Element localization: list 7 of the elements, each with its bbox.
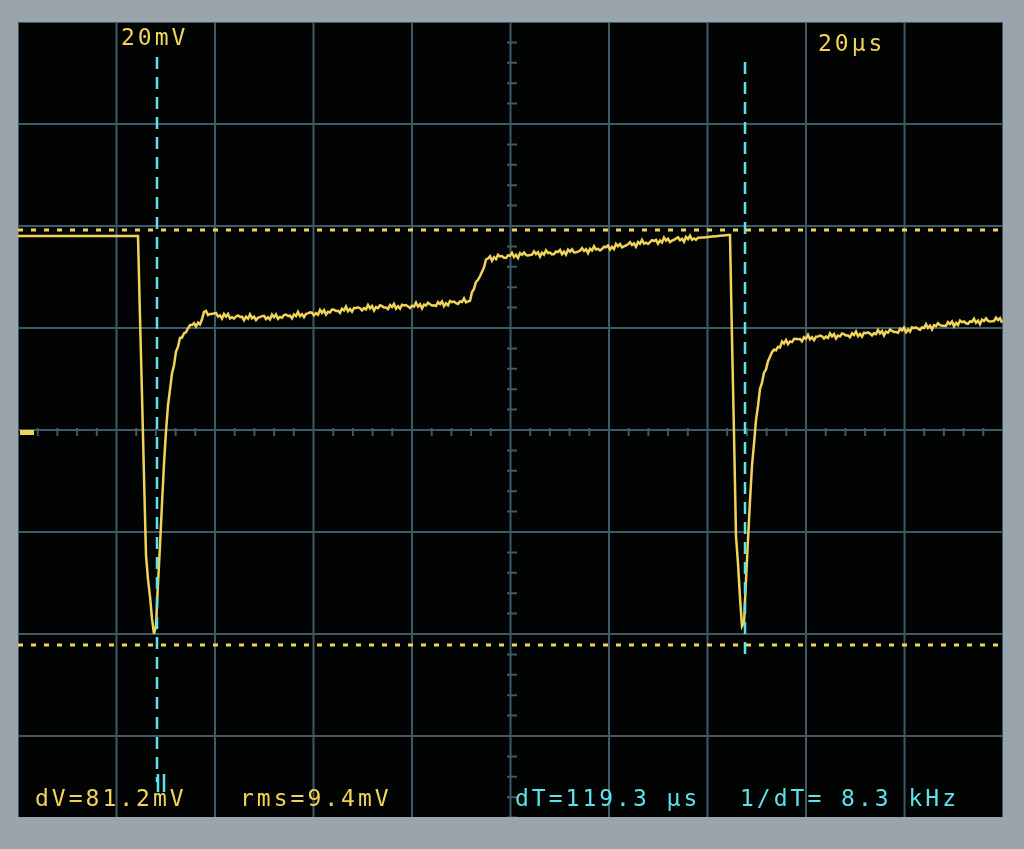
measurement-readout: dV=81.2mV [35, 785, 188, 811]
measurement-readout: 1/dT= 8.3 kHz [740, 785, 959, 811]
timebase-label: 20µs [818, 30, 886, 56]
channel-scale-label: 20mV [121, 24, 189, 50]
ground-marker [20, 430, 34, 435]
measurement-readout: dT=119.3 µs [515, 785, 702, 811]
measurement-readout: rms=9.4mV [240, 785, 393, 811]
